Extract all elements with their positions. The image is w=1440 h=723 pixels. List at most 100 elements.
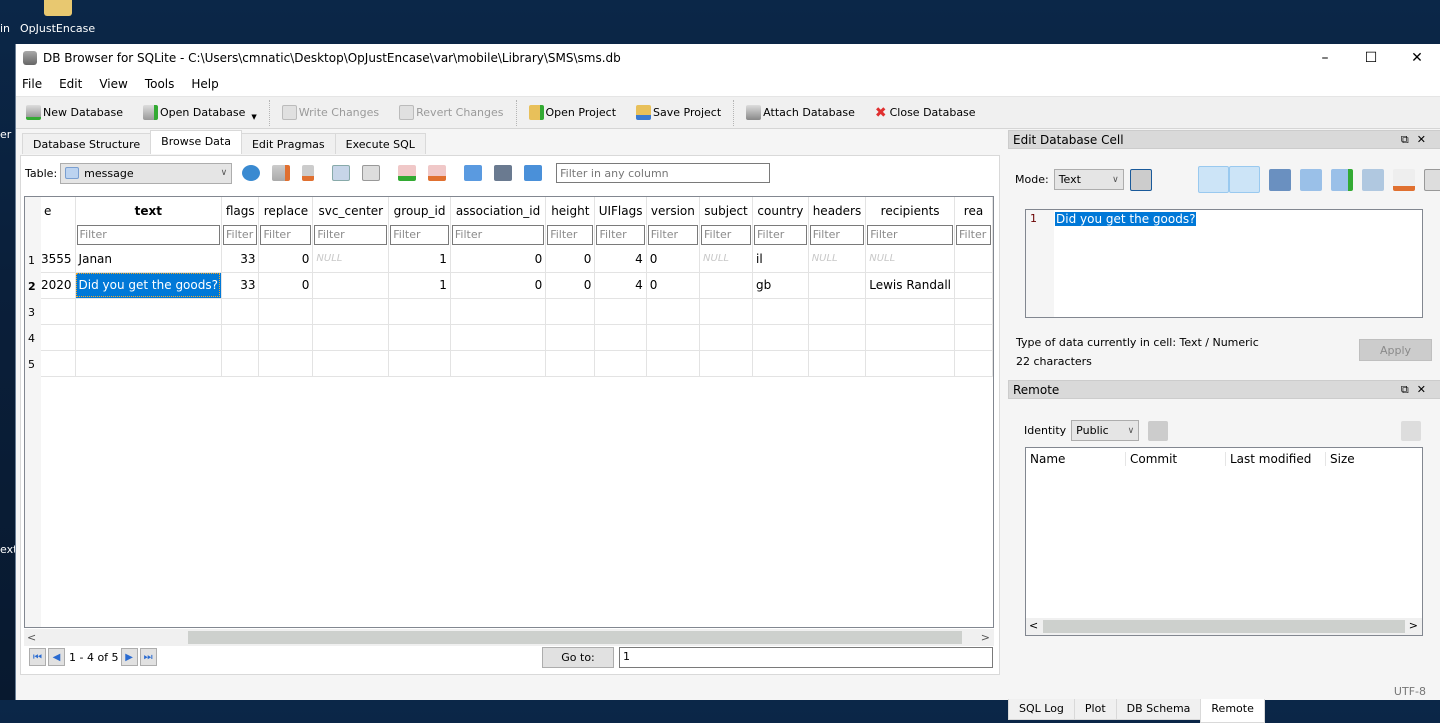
save-results-icon[interactable]: [332, 165, 351, 181]
clear-filters-icon[interactable]: [272, 165, 291, 181]
table-cell[interactable]: 1: [388, 272, 451, 299]
tab-db-schema[interactable]: DB Schema: [1115, 699, 1202, 720]
table-cell[interactable]: [312, 272, 390, 299]
table-cell[interactable]: [41, 350, 76, 377]
table-cell[interactable]: Did you get the goods?: [75, 272, 222, 299]
table-cell[interactable]: [312, 324, 390, 351]
table-cell[interactable]: [388, 324, 451, 351]
menu-file[interactable]: File: [22, 77, 42, 91]
cell-editor-text[interactable]: Did you get the goods?: [1055, 212, 1197, 226]
menu-help[interactable]: Help: [191, 77, 218, 91]
row-number[interactable]: 5: [28, 358, 35, 371]
table-cell[interactable]: 33: [221, 246, 260, 273]
find-text-icon[interactable]: [464, 165, 483, 181]
folder-icon[interactable]: [44, 0, 72, 16]
column-filter-input[interactable]: Filter: [867, 225, 953, 245]
column-filter-input[interactable]: Filter: [390, 225, 449, 245]
table-cell[interactable]: [75, 298, 222, 325]
dropdown-arrow-icon[interactable]: ▼: [251, 113, 256, 121]
table-row[interactable]: 3555 Janan 33 0 NULL 1 0 0 4 0 NULL il NULL NULL: [41, 246, 993, 273]
table-cell[interactable]: 0: [545, 272, 596, 299]
export-icon[interactable]: [1299, 168, 1322, 191]
column-header[interactable]: e: [41, 197, 76, 224]
menu-edit[interactable]: Edit: [59, 77, 82, 91]
table-cell[interactable]: [954, 350, 993, 377]
close-database-button[interactable]: ✖ Close Database: [875, 105, 976, 121]
mode-select[interactable]: Text ∨: [1053, 169, 1124, 190]
write-changes-button[interactable]: Write Changes: [281, 105, 379, 120]
table-cell[interactable]: [388, 298, 451, 325]
row-number[interactable]: 3: [28, 306, 35, 319]
column-filter-input[interactable]: Filter: [701, 225, 752, 245]
column-filter-input[interactable]: Filter: [809, 225, 865, 245]
import-icon[interactable]: [1268, 168, 1291, 191]
column-filter-input[interactable]: Filter: [260, 225, 312, 245]
table-cell[interactable]: [699, 272, 754, 299]
push-database-icon[interactable]: [1401, 420, 1422, 441]
table-cell[interactable]: 4: [594, 272, 647, 299]
table-cell[interactable]: [221, 298, 260, 325]
identity-settings-icon[interactable]: [1148, 420, 1169, 441]
table-cell[interactable]: [258, 324, 314, 351]
table-cell[interactable]: 0: [646, 272, 701, 299]
table-cell[interactable]: [450, 324, 547, 351]
column-header[interactable]: flags: [221, 197, 260, 224]
tab-sql-log[interactable]: SQL Log: [1008, 699, 1075, 720]
clear-cell-icon[interactable]: [1392, 168, 1415, 191]
remote-column-last-modified[interactable]: Last modified: [1226, 452, 1326, 466]
next-page-button[interactable]: ▶: [120, 648, 138, 666]
table-cell[interactable]: [545, 324, 596, 351]
table-cell[interactable]: [808, 324, 867, 351]
table-cell[interactable]: [699, 298, 754, 325]
row-number[interactable]: 1: [28, 254, 35, 267]
table-cell[interactable]: [954, 324, 993, 351]
table-cell[interactable]: [450, 298, 547, 325]
table-cell[interactable]: [865, 324, 955, 351]
attach-database-button[interactable]: Attach Database: [746, 105, 855, 120]
table-cell[interactable]: 4: [594, 246, 647, 273]
scroll-right-icon[interactable]: >: [981, 631, 990, 644]
remote-column-commit[interactable]: Commit: [1126, 452, 1226, 466]
float-dock-icon[interactable]: ⧉: [1401, 133, 1417, 146]
column-header[interactable]: version: [646, 197, 701, 224]
open-project-button[interactable]: Open Project: [528, 105, 616, 120]
tab-edit-pragmas[interactable]: Edit Pragmas: [240, 133, 336, 154]
table-row[interactable]: [41, 350, 993, 377]
column-filter-input[interactable]: Filter: [596, 225, 645, 245]
replace-text-icon[interactable]: [524, 165, 543, 181]
indent-icon[interactable]: [1228, 166, 1260, 193]
table-cell[interactable]: [258, 298, 314, 325]
previous-page-button[interactable]: ◀: [48, 648, 65, 666]
table-cell[interactable]: [752, 298, 809, 325]
scroll-left-icon[interactable]: <: [1029, 619, 1038, 632]
table-cell[interactable]: [954, 272, 993, 299]
column-header[interactable]: subject: [699, 197, 754, 224]
table-cell[interactable]: [808, 298, 867, 325]
table-cell[interactable]: [646, 298, 701, 325]
set-as-null-icon[interactable]: [1330, 168, 1353, 191]
maximize-button[interactable]: ☐: [1348, 44, 1394, 72]
cell-editor[interactable]: 1 Did you get the goods?: [1025, 209, 1423, 318]
table-cell[interactable]: [699, 324, 754, 351]
revert-changes-button[interactable]: Revert Changes: [399, 105, 504, 120]
remote-scrollbar[interactable]: < >: [1026, 618, 1422, 635]
print-cell-icon[interactable]: [1423, 168, 1440, 191]
table-cell[interactable]: NULL: [312, 246, 390, 273]
table-cell[interactable]: [808, 350, 867, 377]
table-cell[interactable]: NULL: [699, 246, 754, 273]
scroll-left-icon[interactable]: <: [27, 631, 36, 644]
last-page-button[interactable]: ⏭: [139, 648, 157, 666]
column-filter-input[interactable]: Filter: [451, 225, 545, 245]
table-cell[interactable]: [954, 246, 993, 273]
column-header[interactable]: svc_center: [312, 197, 390, 224]
tab-browse-data[interactable]: Browse Data: [150, 130, 242, 154]
table-cell[interactable]: [41, 298, 76, 325]
table-cell[interactable]: [545, 350, 596, 377]
open-link-icon[interactable]: [1361, 168, 1384, 191]
table-cell[interactable]: [258, 350, 314, 377]
table-row[interactable]: [41, 298, 993, 325]
menu-tools[interactable]: Tools: [145, 77, 175, 91]
table-cell[interactable]: [865, 298, 955, 325]
table-cell[interactable]: 0: [646, 246, 701, 273]
new-database-button[interactable]: New Database: [26, 105, 123, 120]
